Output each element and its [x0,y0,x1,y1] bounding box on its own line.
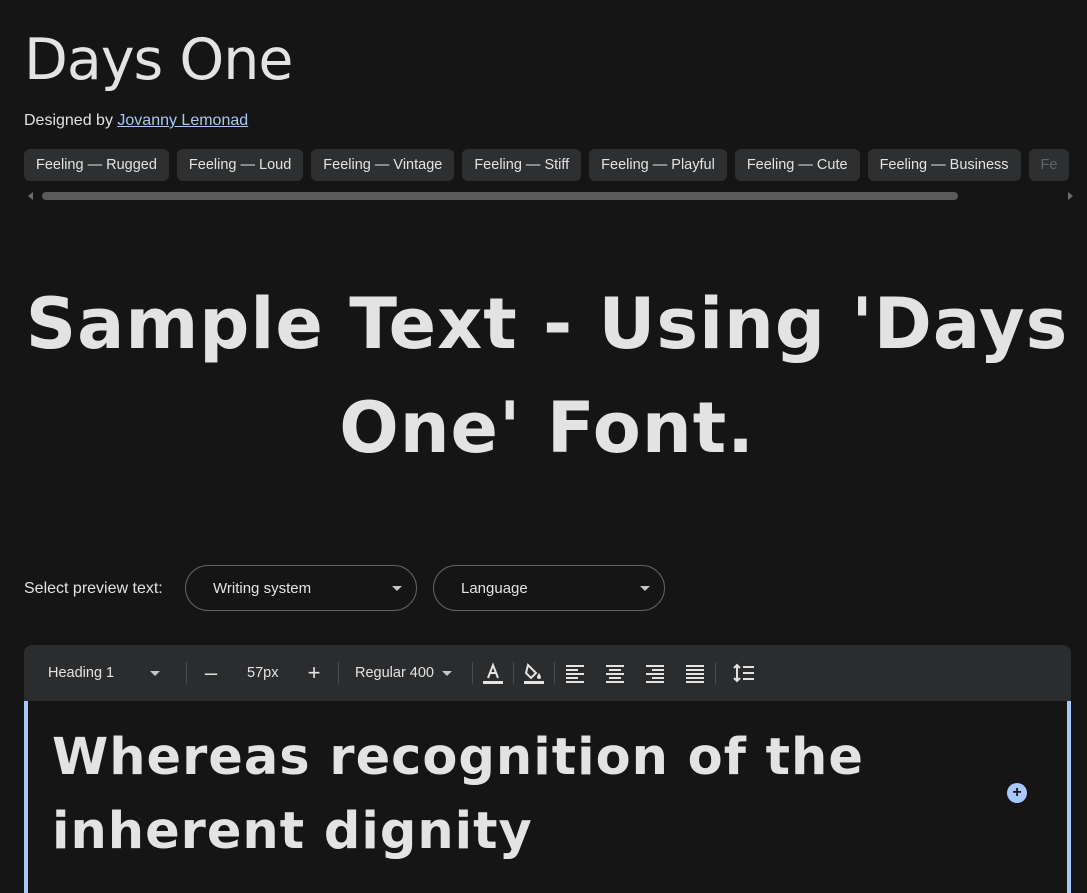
font-title: Days One [24,27,293,93]
toolbar-divider [472,662,473,684]
add-circle-icon[interactable]: + [1007,783,1027,803]
scroll-left-arrow-icon[interactable] [28,192,33,200]
font-weight-value: Regular 400 [355,665,434,681]
align-left-icon[interactable] [563,661,587,685]
designer-link[interactable]: Jovanny Lemonad [117,112,248,129]
toolbar-divider [186,662,187,684]
chevron-down-icon [442,670,452,676]
tag-chip-stiff[interactable]: Feeling — Stiff [462,149,582,181]
tag-chip-rugged[interactable]: Feeling — Rugged [24,149,169,181]
font-weight-dropdown[interactable]: Regular 400 [355,645,452,701]
language-value: Language [461,580,528,597]
writing-system-value: Writing system [213,580,312,597]
align-justify-icon[interactable] [683,661,707,685]
editor-focus-bar-left [24,701,28,893]
toolbar-divider [513,662,514,684]
toolbar-divider [554,662,555,684]
editor-text[interactable]: Whereas recognition of the inherent dign… [52,721,952,869]
highlight-fill-icon[interactable] [522,661,546,685]
designed-by-label: Designed by [24,112,118,129]
language-select[interactable]: Language [433,565,665,611]
minus-icon[interactable]: – [201,645,221,701]
sample-text: Sample Text - Using 'Days One' Font. [25,283,1069,469]
align-right-icon[interactable] [643,661,667,685]
tag-chip-cute[interactable]: Feeling — Cute [734,149,860,181]
tag-chip-business[interactable]: Feeling — Business [867,149,1021,181]
tag-chip-playful[interactable]: Feeling — Playful [589,149,727,181]
preview-text-label: Select preview text: [24,580,163,597]
editor-toolbar: Heading 1 – 57px + Regular 400 [24,645,1071,701]
editor-focus-bar-right [1067,701,1071,893]
tag-chip-partial[interactable]: Fe [1028,149,1070,181]
font-size-value[interactable]: 57px [247,645,278,701]
tag-chip-loud[interactable]: Feeling — Loud [176,149,304,181]
preview-editor[interactable]: Whereas recognition of the inherent dign… [24,701,1071,893]
toolbar-divider [338,662,339,684]
plus-icon[interactable]: + [304,645,324,701]
scrollbar-thumb[interactable] [42,192,958,200]
chevron-down-icon [640,586,650,591]
text-color-icon[interactable] [481,661,505,685]
toolbar-divider [715,662,716,684]
writing-system-select[interactable]: Writing system [185,565,417,611]
chevron-down-icon [150,670,161,676]
font-specimen-page: Days One Designed by Jovanny Lemonad Fee… [0,0,1087,893]
scroll-right-arrow-icon[interactable] [1068,192,1073,200]
line-height-icon[interactable] [732,661,756,685]
chevron-down-icon [392,586,402,591]
chip-scrollbar[interactable] [24,190,1073,202]
tag-chip-row: Feeling — Rugged Feeling — Loud Feeling — … [24,149,1087,182]
align-center-icon[interactable] [603,661,627,685]
text-style-dropdown[interactable]: Heading 1 [48,645,161,701]
designer-line: Designed by Jovanny Lemonad [24,110,248,132]
text-style-value: Heading 1 [48,665,115,681]
tag-chip-vintage[interactable]: Feeling — Vintage [311,149,455,181]
